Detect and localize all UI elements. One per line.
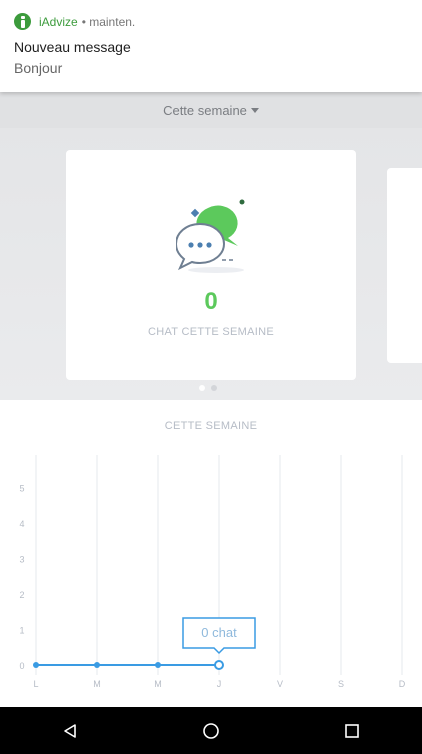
- recents-button[interactable]: [322, 711, 382, 751]
- x-tick-label: V: [277, 679, 283, 689]
- home-button[interactable]: [181, 711, 241, 751]
- chat-caption: CHAT CETTE SEMAINE: [147, 326, 274, 338]
- recents-icon: [344, 723, 359, 738]
- notification-app-name: iAdvize: [39, 14, 78, 29]
- android-nav-bar: [0, 707, 422, 754]
- stats-carousel[interactable]: 0 CHAT CETTE SEMAINE: [0, 128, 422, 400]
- y-tick-label: 1: [19, 626, 24, 636]
- chat-stat-card[interactable]: 0 CHAT CETTE SEMAINE: [66, 150, 356, 380]
- chevron-down-icon: [250, 107, 259, 113]
- chat-count: 0: [204, 288, 218, 315]
- x-tick-label: M: [154, 679, 162, 689]
- y-tick-label: 5: [19, 484, 24, 494]
- data-point-selected: [214, 660, 224, 670]
- weekly-chat-chart: 0 1 2 3 4 5 L M M J V S D 0 chat: [19, 455, 406, 689]
- data-point: [33, 662, 39, 668]
- carousel-indicator: [199, 385, 217, 391]
- data-point: [94, 662, 100, 668]
- period-bar: Cette semaine: [0, 92, 422, 128]
- notification[interactable]: iAdvize • mainten. Nouveau message Bonjo…: [0, 0, 422, 92]
- notification-meta: • mainten.: [81, 14, 136, 29]
- weekly-chart-section: CETTE SEMAINE 012345LMMJVSD0 chat: [0, 400, 422, 707]
- data-point: [155, 662, 161, 668]
- tooltip-text: 0 chat: [201, 625, 237, 640]
- back-button[interactable]: [40, 711, 100, 751]
- carousel-dot-active[interactable]: [199, 385, 205, 391]
- back-icon: [64, 723, 77, 738]
- carousel-dot[interactable]: [211, 385, 217, 391]
- y-tick-label: 2: [19, 590, 24, 600]
- x-tick-label: M: [93, 679, 101, 689]
- notification-header: iAdvize • mainten.: [14, 13, 135, 30]
- x-tick-label: L: [33, 679, 38, 689]
- iadvize-app-icon: [14, 13, 31, 30]
- next-card-peek[interactable]: [387, 168, 422, 363]
- x-tick-label: D: [399, 679, 406, 689]
- x-tick-label: S: [338, 679, 344, 689]
- notification-body: Bonjour: [14, 60, 63, 76]
- y-tick-label: 3: [19, 555, 24, 565]
- period-label: Cette semaine: [163, 102, 247, 118]
- y-tick-label: 4: [19, 519, 24, 529]
- y-tick-label: 0: [19, 661, 24, 671]
- period-selector[interactable]: Cette semaine: [163, 103, 259, 118]
- x-tick-label: J: [217, 679, 222, 689]
- chat-bubbles-icon: [176, 199, 245, 273]
- home-icon: [203, 722, 219, 739]
- notification-title: Nouveau message: [14, 39, 131, 55]
